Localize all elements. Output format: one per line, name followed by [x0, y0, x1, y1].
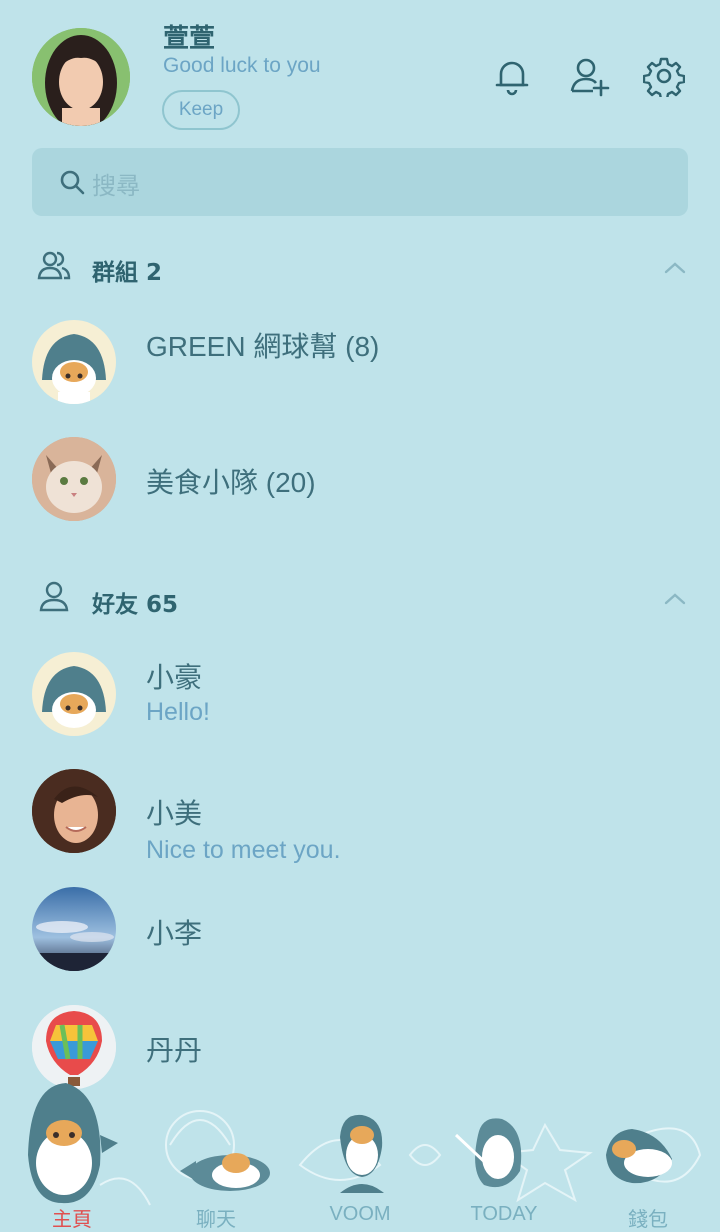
friend-status: Hello! — [146, 698, 210, 726]
search-placeholder: 搜尋 — [92, 172, 140, 200]
chat-shark-icon — [180, 1153, 270, 1191]
friend-avatar[interactable] — [32, 769, 116, 853]
friend-status: Nice to meet you. — [146, 836, 341, 864]
profile-status[interactable]: Good luck to you — [163, 54, 321, 78]
profile-avatar[interactable] — [32, 28, 130, 126]
chevron-up-icon[interactable] — [663, 591, 687, 607]
friend-name[interactable]: 丹丹 — [146, 1029, 202, 1069]
friend-name[interactable]: 小李 — [146, 912, 202, 952]
friend-name[interactable]: 小美 — [146, 792, 202, 832]
nav-tab-voom[interactable]: VOOM — [300, 1203, 420, 1226]
today-shark-icon — [454, 1118, 522, 1188]
friend-icon — [39, 581, 69, 612]
group-avatar[interactable] — [32, 320, 116, 404]
group-avatar[interactable] — [32, 437, 116, 521]
friend-avatar[interactable] — [32, 887, 116, 971]
keep-button[interactable]: Keep — [162, 90, 240, 130]
groups-section-title: 群組 2 — [92, 260, 163, 286]
friends-section-title: 好友 65 — [92, 592, 179, 618]
add-friend-icon[interactable] — [569, 55, 611, 97]
nav-tab-wallet[interactable]: 錢包 — [588, 1203, 708, 1232]
bell-icon[interactable] — [491, 55, 533, 97]
chevron-up-icon[interactable] — [663, 260, 687, 276]
profile-name: 萱萱 — [163, 24, 216, 54]
wallet-shark-icon — [606, 1129, 672, 1184]
search-icon — [60, 170, 85, 195]
friend-name[interactable]: 小豪 — [146, 656, 202, 696]
home-shark-icon — [28, 1083, 118, 1204]
group-icon — [37, 251, 71, 280]
group-name[interactable]: 美食小隊 (20) — [146, 461, 316, 501]
voom-shark-icon — [340, 1114, 384, 1193]
gear-icon[interactable] — [643, 55, 685, 97]
nav-tab-home[interactable]: 主頁 — [12, 1203, 132, 1232]
nav-tab-chats[interactable]: 聊天 — [156, 1203, 276, 1232]
group-name[interactable]: GREEN 網球幫 (8) — [146, 325, 379, 365]
friend-avatar[interactable] — [32, 652, 116, 736]
nav-tab-today[interactable]: TODAY — [444, 1203, 564, 1226]
